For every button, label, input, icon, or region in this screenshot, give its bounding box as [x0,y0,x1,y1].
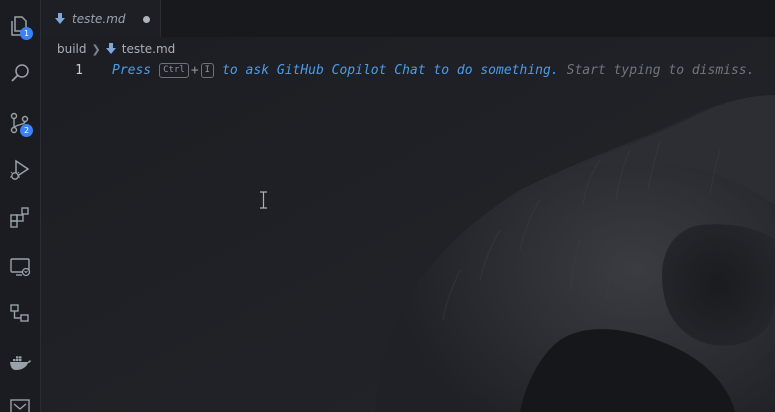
docker-icon [10,356,31,370]
source-control-badge: 2 [20,124,33,137]
unsaved-dot-icon[interactable] [143,16,150,23]
shell-icon [10,399,30,412]
docker-button[interactable] [0,342,40,382]
text-cursor-icon [260,191,267,209]
tab-teste-md[interactable]: teste.md [41,0,161,37]
hint-action: to ask GitHub Copilot Chat to do somethi… [222,62,559,78]
breadcrumb: build ❯ teste.md [57,40,175,58]
search-button[interactable] [0,53,40,93]
copilot-hint: Press Ctrl + I to ask GitHub Copilot Cha… [112,62,755,78]
hint-press: Press [112,62,152,78]
hint-plus: + [190,62,199,78]
run-debug-icon [10,159,30,180]
breadcrumb-file[interactable]: teste.md [122,42,176,56]
hint-dismiss: Start typing to dismiss. [566,62,755,78]
line-number: 1 [75,62,83,78]
shell-button[interactable] [0,388,40,412]
extensions-icon [10,207,29,228]
run-debug-button[interactable] [0,150,40,190]
editor-area[interactable]: 1 Press Ctrl + I to ask GitHub Copilot C… [41,58,775,412]
remote-explorer-button[interactable] [0,247,40,287]
remote-explorer-icon [10,258,31,277]
markdown-download-icon [55,12,65,24]
activity-bar: 1 2 [0,0,41,412]
explorer-badge: 1 [20,27,33,40]
source-control-button[interactable]: 2 [0,103,40,143]
markdown-download-icon [105,43,116,54]
breadcrumb-folder[interactable]: build [57,42,87,56]
ctrl-key: Ctrl [159,62,189,78]
editor-line[interactable]: 1 Press Ctrl + I to ask GitHub Copilot C… [41,60,775,80]
extensions-button[interactable] [0,197,40,237]
source-tree-button[interactable] [0,293,40,333]
search-icon [11,64,29,82]
vscode-window: 1 2 teste.md build ❯ teste.md 1 Press Ct… [0,0,775,412]
explorer-button[interactable]: 1 [0,6,40,46]
chevron-right-icon: ❯ [91,42,101,56]
source-tree-icon [10,304,29,322]
tab-label: teste.md [72,11,126,26]
i-key: I [200,62,215,78]
tab-bar: teste.md [41,0,775,37]
